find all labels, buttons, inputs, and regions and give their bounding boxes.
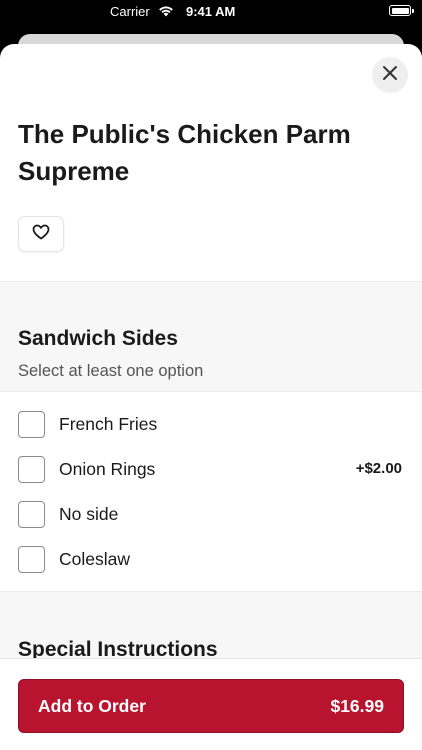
close-button[interactable] xyxy=(372,57,408,93)
section-subtitle: Select at least one option xyxy=(18,362,204,380)
clock-label: 9:41 AM xyxy=(186,4,236,19)
section-title: Sandwich Sides xyxy=(18,327,178,350)
favorite-button[interactable] xyxy=(18,216,64,252)
sandwich-sides-header: Sandwich Sides Select at least one optio… xyxy=(0,281,422,392)
option-french-fries[interactable]: French Fries xyxy=(0,403,422,448)
option-coleslaw[interactable]: Coleslaw xyxy=(0,538,422,583)
item-title: The Public's Chicken Parm Supreme xyxy=(18,119,351,186)
option-price: +$2.00 xyxy=(355,460,402,477)
option-label: No side xyxy=(59,504,119,524)
item-detail-sheet: The Public's Chicken Parm Supreme Sandwi… xyxy=(0,44,422,750)
option-onion-rings[interactable]: Onion Rings +$2.00 xyxy=(0,448,422,493)
checkbox[interactable] xyxy=(18,501,45,528)
wifi-icon xyxy=(158,5,174,20)
close-icon xyxy=(382,65,398,86)
option-no-side[interactable]: No side xyxy=(0,493,422,538)
battery-icon xyxy=(389,5,414,16)
heart-icon xyxy=(32,224,50,245)
add-button-label: Add to Order xyxy=(38,696,146,716)
order-footer: Add to Order $16.99 xyxy=(0,658,422,750)
option-label: Onion Rings xyxy=(59,459,156,479)
order-total: $16.99 xyxy=(330,696,384,716)
add-to-order-button[interactable]: Add to Order $16.99 xyxy=(18,679,404,733)
status-bar: Carrier 9:41 AM xyxy=(0,0,422,26)
option-label: Coleslaw xyxy=(59,549,130,569)
carrier-label: Carrier xyxy=(110,4,150,19)
checkbox[interactable] xyxy=(18,456,45,483)
option-label: French Fries xyxy=(59,414,158,434)
checkbox[interactable] xyxy=(18,546,45,573)
checkbox[interactable] xyxy=(18,411,45,438)
